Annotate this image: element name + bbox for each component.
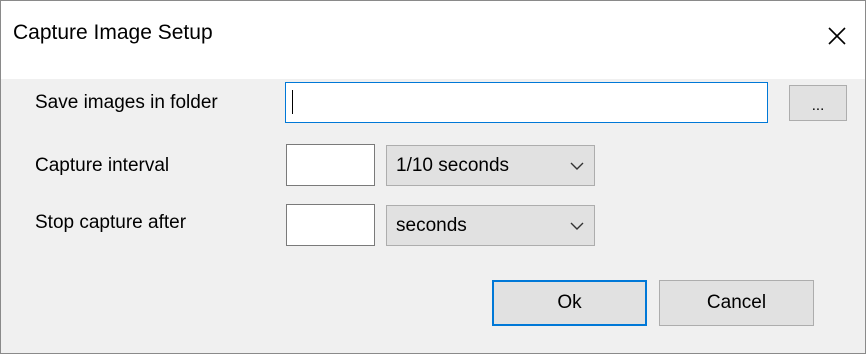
capture-interval-label: Capture interval <box>35 155 170 176</box>
capture-interval-unit-select[interactable]: 1/10 seconds <box>386 145 595 186</box>
stop-capture-label: Stop capture after <box>35 212 187 233</box>
close-icon <box>828 27 846 45</box>
text-caret <box>292 90 293 114</box>
browse-folder-button[interactable]: ... <box>789 85 847 121</box>
chevron-down-icon <box>570 162 584 170</box>
ok-button[interactable]: Ok <box>492 280 647 326</box>
dialog-title: Capture Image Setup <box>13 21 213 44</box>
cancel-button[interactable]: Cancel <box>659 280 814 326</box>
capture-image-setup-dialog: Capture Image Setup Save images in folde… <box>0 0 866 354</box>
close-button[interactable] <box>809 1 865 71</box>
stop-capture-input[interactable] <box>286 204 375 246</box>
save-folder-input[interactable] <box>285 82 768 123</box>
capture-interval-unit-value: 1/10 seconds <box>396 154 510 176</box>
title-bar: Capture Image Setup <box>1 1 865 79</box>
save-folder-label: Save images in folder <box>35 92 218 113</box>
stop-capture-unit-select[interactable]: seconds <box>386 205 595 246</box>
chevron-down-icon <box>570 222 584 230</box>
capture-interval-input[interactable] <box>286 144 375 186</box>
stop-capture-unit-value: seconds <box>396 214 467 236</box>
